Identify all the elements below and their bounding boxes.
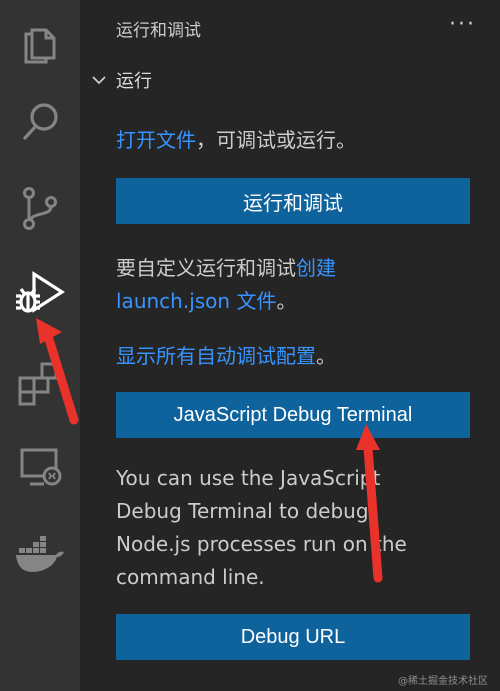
launch-json-link[interactable]: launch.json 文件 — [116, 289, 276, 313]
more-actions-icon[interactable]: ··· — [449, 12, 476, 37]
run-and-debug-button[interactable]: 运行和调试 — [116, 178, 470, 224]
sidebar-title: 运行和调试 — [116, 21, 201, 41]
debug-url-button[interactable]: Debug URL — [116, 614, 470, 660]
extensions-icon[interactable] — [0, 344, 80, 424]
watermark: @稀土掘金技术社区 — [398, 676, 488, 687]
launch-line: launch.json 文件。 — [116, 285, 296, 314]
open-file-line: 打开文件，可调试或运行。 — [116, 124, 356, 153]
section-title: 运行 — [116, 71, 152, 92]
show-all-rest: 。 — [316, 344, 336, 368]
show-all-line: 显示所有自动调试配置。 — [116, 340, 336, 369]
explorer-icon[interactable] — [0, 2, 80, 82]
launch-rest: 。 — [276, 289, 297, 313]
remote-explorer-icon[interactable] — [0, 426, 80, 506]
sidebar: 运行和调试 ··· 运行 打开文件，可调试或运行。 运行和调试 要自定义运行和调… — [80, 0, 500, 691]
open-file-link[interactable]: 打开文件 — [116, 128, 196, 152]
source-control-icon[interactable] — [0, 168, 80, 248]
js-debug-description: You can use the JavaScript Debug Termina… — [116, 466, 407, 589]
customize-line: 要自定义运行和调试创建 — [116, 252, 336, 281]
search-icon[interactable] — [0, 82, 80, 162]
activity-bar — [0, 0, 80, 691]
js-debug-terminal-button[interactable]: JavaScript Debug Terminal — [116, 392, 470, 438]
show-all-configs-link[interactable]: 显示所有自动调试配置 — [116, 344, 316, 368]
customize-text: 要自定义运行和调试 — [116, 256, 296, 280]
section-header-run[interactable]: 运行 — [88, 66, 152, 94]
docker-icon[interactable] — [0, 514, 80, 594]
run-debug-icon[interactable] — [0, 254, 80, 334]
create-link[interactable]: 创建 — [296, 256, 336, 280]
chevron-down-icon — [92, 76, 106, 85]
open-file-rest: ，可调试或运行。 — [196, 128, 356, 152]
